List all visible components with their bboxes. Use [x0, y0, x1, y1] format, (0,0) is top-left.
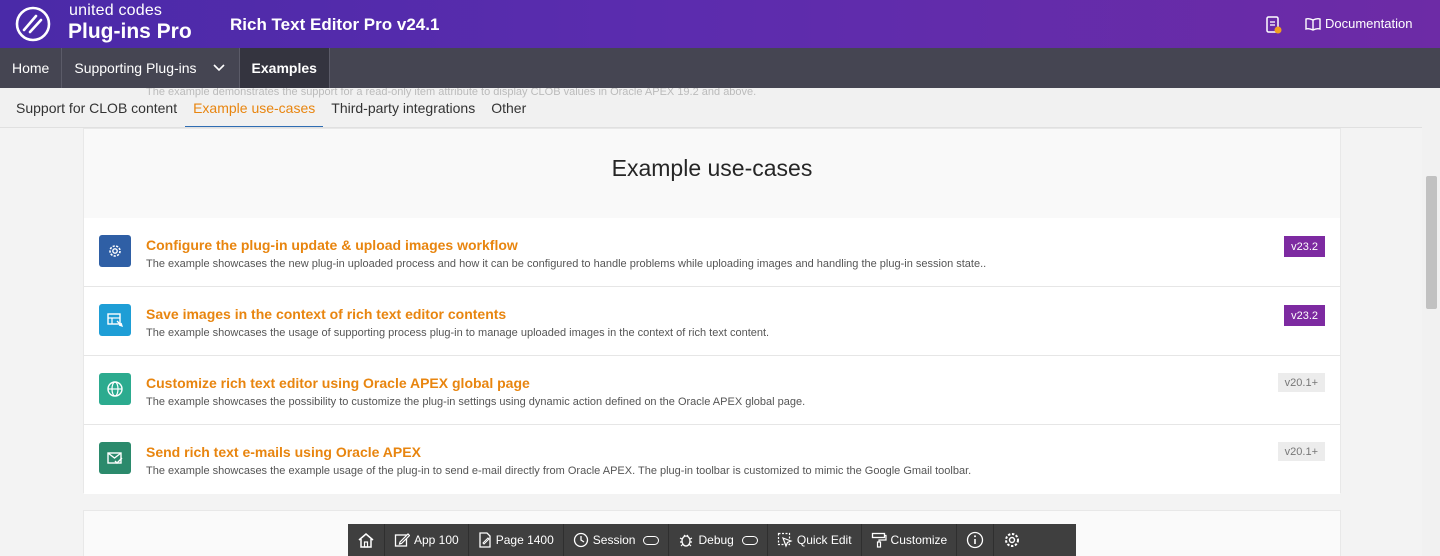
list-item-description: The example showcases the new plug-in up…: [146, 258, 987, 270]
version-badge: v23.2: [1284, 236, 1325, 257]
dev-session-label: Session: [592, 533, 636, 547]
tab-other[interactable]: Other: [483, 88, 534, 127]
brand-small: united codes: [69, 2, 163, 19]
list-item-description: The example showcases the example usage …: [146, 465, 972, 477]
list-item-title[interactable]: Save images in the context of rich text …: [146, 306, 506, 322]
dev-app-label: App 100: [414, 533, 459, 547]
list-item-title[interactable]: Customize rich text editor using Oracle …: [146, 375, 530, 391]
region-tabs: The example demonstrates the support for…: [0, 88, 1422, 128]
brand-big: Plug-ins Pro: [68, 20, 192, 43]
debug-toggle-icon[interactable]: [741, 535, 758, 545]
dev-debug-label: Debug: [698, 533, 734, 547]
globe-icon: [99, 373, 131, 405]
version-badge: v20.1+: [1277, 373, 1325, 392]
book-icon: [1305, 17, 1321, 31]
gear-icon: [1005, 533, 1020, 547]
dev-page-label: Page 1400: [495, 533, 554, 547]
example-use-cases-region: Example use-cases Configure the plug-in …: [83, 128, 1341, 494]
info-icon: [967, 531, 984, 549]
list-item-description: The example showcases the usage of suppo…: [146, 327, 770, 339]
image-list-icon: [99, 304, 131, 336]
cursor-select-icon: [777, 532, 793, 548]
list-item-title[interactable]: Configure the plug-in update & upload im…: [146, 237, 518, 253]
clipboard-icon[interactable]: [1265, 15, 1283, 35]
session-toggle-icon[interactable]: [643, 535, 660, 545]
developer-toolbar: App 100 Page 1400 Session Debug Quick Ed…: [348, 524, 1076, 556]
dev-settings-button[interactable]: [994, 524, 1030, 556]
list-item-description: The example showcases the possibility to…: [146, 396, 806, 408]
scrollbar-thumb[interactable]: [1426, 176, 1437, 309]
nav-item-label: Examples: [251, 60, 317, 76]
dev-debug-button[interactable]: Debug: [669, 524, 768, 556]
dev-info-button[interactable]: [957, 524, 995, 556]
chevron-down-icon: [212, 61, 225, 75]
edit-icon: [394, 533, 410, 547]
united-codes-logo-icon[interactable]: [15, 6, 51, 42]
dev-quick-edit-label: Quick Edit: [796, 533, 852, 547]
app-title[interactable]: Rich Text Editor Pro v24.1: [230, 15, 439, 35]
main-nav: Home Supporting Plug-ins Examples: [0, 48, 1440, 88]
page-edit-icon: [479, 532, 491, 548]
dev-quick-edit-button[interactable]: Quick Edit: [768, 524, 862, 556]
nav-item-home[interactable]: Home: [0, 48, 63, 88]
home-icon: [358, 533, 374, 548]
nav-item-label: Supporting Plug-ins: [74, 60, 197, 76]
gear-icon: [99, 235, 131, 267]
paint-roller-icon: [871, 532, 887, 548]
documentation-link[interactable]: Documentation: [1305, 16, 1412, 31]
nav-item-label: Home: [12, 60, 50, 76]
list-item[interactable]: Send rich text e-mails using Oracle APEX…: [84, 425, 1340, 494]
region-title: Example use-cases: [611, 155, 813, 181]
list-item[interactable]: Save images in the context of rich text …: [84, 287, 1340, 356]
nav-item-supporting-plugins[interactable]: Supporting Plug-ins: [62, 48, 240, 88]
dev-home-button[interactable]: [348, 524, 385, 556]
bug-icon: [680, 534, 693, 547]
tab-example-use-cases[interactable]: Example use-cases: [185, 88, 324, 127]
dev-session-button[interactable]: Session: [564, 524, 670, 556]
version-badge: v23.2: [1284, 305, 1325, 326]
list-item[interactable]: Customize rich text editor using Oracle …: [84, 356, 1340, 425]
nav-item-examples[interactable]: Examples: [239, 48, 330, 88]
tab-support-for-clob[interactable]: Support for CLOB content: [8, 88, 185, 127]
use-case-list: Configure the plug-in update & upload im…: [84, 218, 1340, 494]
list-item[interactable]: Configure the plug-in update & upload im…: [84, 218, 1340, 287]
documentation-label: Documentation: [1325, 16, 1413, 31]
version-badge: v20.1+: [1277, 442, 1325, 461]
dev-app-button[interactable]: App 100: [385, 524, 469, 556]
list-item-title[interactable]: Send rich text e-mails using Oracle APEX: [146, 444, 421, 460]
tab-third-party-integrations[interactable]: Third-party integrations: [323, 88, 483, 127]
dev-page-button[interactable]: Page 1400: [469, 524, 564, 556]
app-header: united codes Plug-ins Pro Rich Text Edit…: [0, 0, 1440, 48]
mail-icon: [99, 442, 131, 474]
dev-customize-button[interactable]: Customize: [862, 524, 958, 556]
clock-icon: [573, 532, 588, 548]
page-scrollbar[interactable]: [1422, 88, 1440, 556]
dev-customize-label: Customize: [890, 533, 948, 547]
